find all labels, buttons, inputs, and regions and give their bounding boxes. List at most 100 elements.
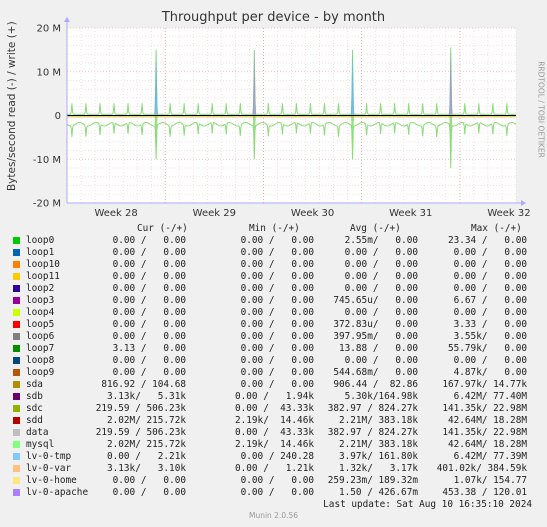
legend-min: 0.00 / 0.00 xyxy=(240,343,314,355)
legend-cur: 0.00 / 0.00 xyxy=(112,271,186,283)
legend-cur: 0.00 / 0.00 xyxy=(112,259,186,271)
legend-row: data 219.59 / 506.23k 0.00 / 43.33k 382.97 … xyxy=(0,427,547,439)
legend-row: lv-0-tmp 0.00 / 2.21k 0.00 / 240.28 3.97k/ … xyxy=(0,451,547,463)
legend-max: 167.97k/ 14.77k xyxy=(442,379,527,391)
legend-min: 0.00 / 1.21k xyxy=(234,463,314,475)
last-update: Last update: Sat Aug 10 16:35:10 2024 xyxy=(323,499,532,510)
legend-swatch xyxy=(13,237,20,244)
legend-swatch xyxy=(13,297,20,305)
legend-name: mysql xyxy=(26,439,55,451)
legend-avg: 2.21M/ 383.18k xyxy=(338,415,418,427)
legend-avg: 13.88 / 0.00 xyxy=(338,343,418,355)
x-axis-arrow xyxy=(521,200,526,206)
legend-min: 0.00 / 0.00 xyxy=(240,367,314,379)
legend-min: 0.00 / 0.00 xyxy=(240,271,314,283)
legend-row: loop4 0.00 / 0.00 0.00 / 0.00 0.00 / 0.00 0.… xyxy=(0,307,547,319)
x-tick-label: Week 29 xyxy=(193,208,236,219)
legend-min: 2.19k/ 14.46k xyxy=(234,415,314,427)
legend-name: sdc xyxy=(26,403,43,415)
legend-max: 0.00 / 0.00 xyxy=(453,283,527,295)
legend-max: 6.42M/ 77.39M xyxy=(453,451,527,463)
legend-max: 6.67 / 0.00 xyxy=(453,295,527,307)
legend-row: loop7 3.13 / 0.00 0.00 / 0.00 13.88 / 0.00 5… xyxy=(0,343,547,355)
legend-max: 0.00 / 0.00 xyxy=(453,271,527,283)
legend-cur: 0.00 / 0.00 xyxy=(112,487,186,499)
legend-name: loop5 xyxy=(26,319,55,331)
y-tick-label: -20 M xyxy=(33,199,61,210)
legend-min: 0.00 / 0.00 xyxy=(240,235,314,246)
legend-swatch xyxy=(13,477,20,485)
legend-avg: 259.23m/ 189.32m xyxy=(327,475,418,487)
legend-cur: 3.13k/ 3.10k xyxy=(106,463,186,475)
legend-cur: 0.00 / 0.00 xyxy=(112,295,186,307)
legend-max: 55.79k/ 0.00 xyxy=(447,343,527,355)
legend-swatch xyxy=(13,309,20,317)
legend-avg: 2.21M/ 383.18k xyxy=(338,439,418,451)
legend-cur: 0.00 / 0.00 xyxy=(112,355,186,367)
legend-name: sdd xyxy=(26,415,43,427)
legend-avg: 372.83u/ 0.00 xyxy=(333,319,418,331)
legend-cur: 3.13k/ 5.31k xyxy=(106,391,186,403)
legend-min: 0.00 / 0.00 xyxy=(240,331,314,343)
legend-name: loop7 xyxy=(26,343,55,355)
legend-swatch xyxy=(13,465,20,473)
legend-avg: 0.00 / 0.00 xyxy=(344,259,418,271)
legend-row: loop5 0.00 / 0.00 0.00 / 0.00 372.83u/ 0.00… xyxy=(0,319,547,331)
legend-min: 0.00 / 0.00 xyxy=(240,295,314,307)
legend-name: loop6 xyxy=(26,331,55,343)
legend-name: sdb xyxy=(26,391,43,403)
legend-row: loop8 0.00 / 0.00 0.00 / 0.00 0.00 / 0.00 0.… xyxy=(0,355,547,367)
legend-swatch xyxy=(13,273,20,281)
legend-cur: 0.00 / 0.00 xyxy=(112,475,186,487)
legend-name: lv-0-home xyxy=(26,475,77,487)
legend-header-max: Max (-/+) xyxy=(471,223,522,234)
legend-name: loop9 xyxy=(26,367,55,379)
legend-min: 0.00 / 0.00 xyxy=(240,259,314,271)
munin-version: Munin 2.0.56 xyxy=(248,511,299,520)
legend-cur: 0.00 / 2.21k xyxy=(106,451,186,463)
legend-min: 0.00 / 0.00 xyxy=(240,247,314,259)
legend-swatch xyxy=(13,369,20,377)
legend-name: lv-0-tmp xyxy=(26,451,72,463)
legend-cur: 0.00 / 0.00 xyxy=(112,367,186,379)
x-tick-label: Week 30 xyxy=(291,208,334,219)
legend-name: lv-0-apache xyxy=(26,487,89,499)
legend-swatch xyxy=(13,441,20,449)
legend-max: 3.33 / 0.00 xyxy=(453,319,527,331)
legend-avg: 382.97 / 824.27k xyxy=(327,427,418,439)
legend-min: 0.00 / 0.00 xyxy=(240,487,314,499)
legend-name: data xyxy=(26,427,49,439)
legend-max: 0.00 / 0.00 xyxy=(453,355,527,367)
legend-max: 3.55k/ 0.00 xyxy=(453,331,527,343)
legend-cur: 0.00 / 0.00 xyxy=(112,283,186,295)
legend-cur: 0.00 / 0.00 xyxy=(112,331,186,343)
legend-swatch xyxy=(13,261,20,269)
legend-min: 0.00 / 240.28 xyxy=(240,451,314,463)
legend-cur: 0.00 / 0.00 xyxy=(112,235,186,246)
x-tick-label: Week 28 xyxy=(94,208,137,219)
legend-row: sda 816.92 / 104.68 0.00 / 0.00 906.44 / 82… xyxy=(0,379,547,391)
x-tick-label: Week 31 xyxy=(389,208,432,219)
legend-min: 0.00 / 0.00 xyxy=(240,307,314,319)
legend-max: 453.38 / 120.01 xyxy=(442,487,527,499)
legend-name: loop11 xyxy=(26,271,60,283)
legend-row: mysql 2.02M/ 215.72k 2.19k/ 14.46k 2.21M/ 3… xyxy=(0,439,547,451)
legend-header-cur: Cur (-/+) xyxy=(137,223,188,234)
legend-swatch xyxy=(13,393,20,401)
legend-max: 0.00 / 0.00 xyxy=(453,247,527,259)
legend-swatch xyxy=(13,405,20,413)
munin-graph: Throughput per device - by month Bytes/s… xyxy=(0,0,547,527)
legend-avg: 3.97k/ 161.80k xyxy=(338,451,418,463)
legend-avg: 745.65u/ 0.00 xyxy=(333,295,418,307)
legend-row: loop1 0.00 / 0.00 0.00 / 0.00 0.00 / 0.00 0.… xyxy=(0,247,547,259)
legend-max: 1.07k/ 154.77 xyxy=(453,475,527,487)
x-tick-label: Week 32 xyxy=(487,208,530,219)
legend-cur: 2.02M/ 215.72k xyxy=(106,415,186,427)
plot-svg: 20 M 10 M 0 -10 M -20 M Week 28 Week 29 Week 30… xyxy=(33,17,531,219)
legend-max: 6.42M/ 77.40M xyxy=(453,391,527,403)
legend-max: 0.00 / 0.00 xyxy=(453,307,527,319)
legend-min: 0.00 / 43.33k xyxy=(234,403,314,415)
legend-avg: 2.55m/ 0.00 xyxy=(344,235,418,246)
legend-avg: 382.97 / 824.27k xyxy=(327,403,418,415)
legend-row: loop2 0.00 / 0.00 0.00 / 0.00 0.00 / 0.00 0.… xyxy=(0,283,547,295)
